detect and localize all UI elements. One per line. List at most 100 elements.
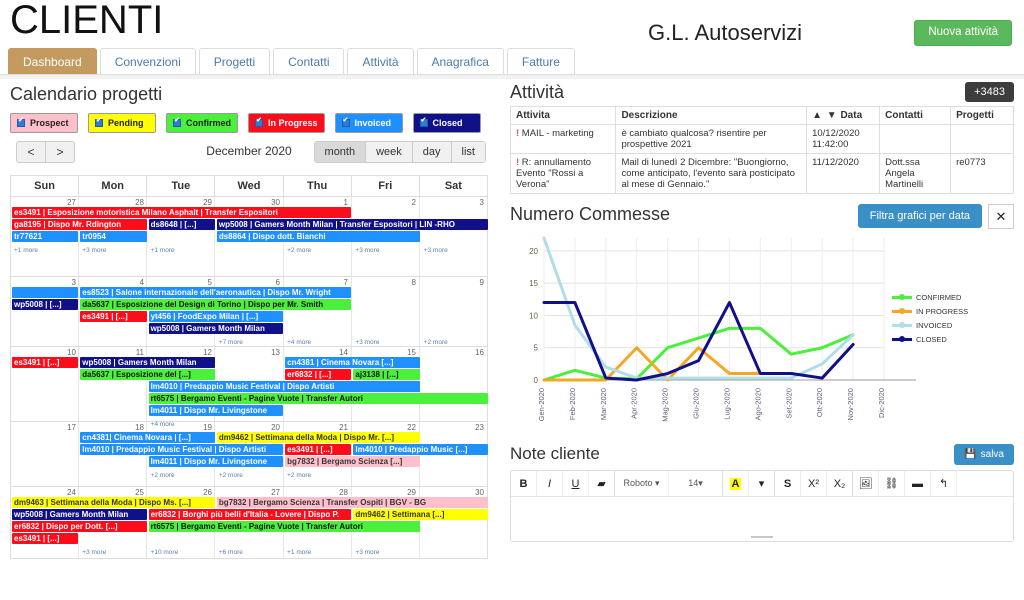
day-number[interactable]: 28 xyxy=(79,197,147,207)
legend-invoiced[interactable]: Invoiced xyxy=(334,113,403,133)
legend-closed[interactable]: Closed xyxy=(412,113,481,133)
calendar-event[interactable]: rt6575 | Bergamo Eventi - Pagine Vuote |… xyxy=(148,521,420,532)
calendar-event[interactable]: wp5008 | Gamers Month Milan xyxy=(80,357,215,368)
column-header-attivita[interactable]: Attivita xyxy=(509,106,617,125)
calendar-event[interactable]: es3491 | [...] xyxy=(80,311,147,322)
subscript-button[interactable]: X₂ xyxy=(827,470,853,497)
tab-fatture[interactable]: Fatture xyxy=(506,48,575,77)
calendar-event[interactable]: bg7832 | Bergamo Scienza | Transfer Ospi… xyxy=(216,497,488,508)
font-size-button[interactable]: 14▾ xyxy=(669,470,723,497)
tab-progetti[interactable]: Progetti xyxy=(198,48,271,77)
font-family-button[interactable]: Roboto ▾ xyxy=(615,470,669,497)
more-events-link[interactable]: +1 more xyxy=(14,247,38,254)
day-number[interactable]: 23 xyxy=(419,422,487,432)
insert-video-button[interactable]: ▬ xyxy=(905,470,931,497)
calendar-event[interactable]: lm4011 | Dispo Mr. Livingstone xyxy=(148,456,284,467)
calendar-event[interactable]: ds8648 | [...] xyxy=(148,219,215,230)
bold-button[interactable]: B xyxy=(511,470,537,497)
sort-arrows-icon[interactable]: ▲ ▼ xyxy=(812,110,838,121)
color-dropdown-button[interactable]: ▾ xyxy=(749,470,775,497)
table-row[interactable]: ! MAIL - marketing è cambiato qualcosa? r… xyxy=(509,124,1014,154)
more-events-link[interactable]: +2 more xyxy=(219,472,243,479)
legend-pending[interactable]: Pending xyxy=(88,113,156,133)
checkbox-icon[interactable] xyxy=(255,117,263,127)
strikethrough-button[interactable]: S xyxy=(775,470,801,497)
day-number[interactable]: 11 xyxy=(79,347,147,357)
column-header-descrizione[interactable]: Descrizione xyxy=(615,106,808,125)
day-number[interactable]: 26 xyxy=(147,487,215,497)
chart-legend-item[interactable]: INVOICED xyxy=(892,318,968,332)
calendar-event[interactable]: dm9462 | Settimana [...] xyxy=(353,509,488,520)
day-number[interactable]: 20 xyxy=(215,422,283,432)
day-number[interactable]: 2 xyxy=(351,197,419,207)
calendar-event[interactable]: wp5008 | Gamers Month Milan xyxy=(148,323,284,334)
more-events-link[interactable]: +2 more xyxy=(151,472,175,479)
more-events-link[interactable]: +3 more xyxy=(355,549,379,556)
more-events-link[interactable]: +2 more xyxy=(287,472,311,479)
tab-anagrafica[interactable]: Anagrafica xyxy=(416,48,504,77)
calendar-view-list[interactable]: list xyxy=(450,141,486,163)
day-number[interactable]: 29 xyxy=(351,487,419,497)
day-number[interactable]: 29 xyxy=(147,197,215,207)
more-events-link[interactable]: +6 more xyxy=(219,549,243,556)
more-events-link[interactable]: +7 more xyxy=(219,339,243,346)
undo-button[interactable]: ↰ xyxy=(931,470,957,497)
calendar-event[interactable]: ds8864 | Dispo dott. Bianchi xyxy=(216,231,420,242)
day-number[interactable]: 1 xyxy=(283,197,351,207)
calendar-event[interactable]: es3491 | Esposizione motoristica Milano … xyxy=(12,207,352,218)
day-number[interactable]: 3 xyxy=(11,277,79,287)
activities-count-badge[interactable]: +3483 xyxy=(965,82,1014,102)
calendar-event[interactable]: ga8195 | Dispo Mr. Rdington xyxy=(12,219,147,230)
more-events-link[interactable]: +3 more xyxy=(355,247,379,254)
day-number[interactable]: 14 xyxy=(283,347,351,357)
more-events-link[interactable]: +3 more xyxy=(82,549,106,556)
day-number[interactable]: 30 xyxy=(215,197,283,207)
calendar-event[interactable]: cn4381 | Cinema Novara [...] xyxy=(285,357,420,368)
calendar-event[interactable]: lm4010 | Predappio Music Festival | Disp… xyxy=(148,381,420,392)
checkbox-icon[interactable] xyxy=(95,117,103,127)
calendar-event[interactable]: rt6575 | Bergamo Eventi - Pagine Vuote |… xyxy=(148,393,488,404)
day-number[interactable]: 28 xyxy=(283,487,351,497)
underline-button[interactable]: U xyxy=(563,470,589,497)
tab-convenzioni[interactable]: Convenzioni xyxy=(99,48,196,77)
legend-in-progress[interactable]: In Progress xyxy=(248,113,325,133)
day-number[interactable]: 16 xyxy=(419,347,487,357)
day-number[interactable]: 24 xyxy=(11,487,79,497)
chart-legend-item[interactable]: CONFIRMED xyxy=(892,290,968,304)
calendar-event[interactable]: wp5008 | [...] xyxy=(12,299,79,310)
day-number[interactable]: 27 xyxy=(215,487,283,497)
day-number[interactable]: 18 xyxy=(79,422,147,432)
calendar-event[interactable]: da5637 | Esposizione del Design di Torin… xyxy=(80,299,352,310)
calendar-event[interactable]: lm4011 | Dispo Mr. Livingstone xyxy=(148,405,284,416)
tab-contatti[interactable]: Contatti xyxy=(273,48,345,77)
calendar-view-month[interactable]: month xyxy=(313,141,367,163)
calendar-event[interactable]: dm9463 | Settimana della Moda | Dispo Ms… xyxy=(12,497,215,508)
calendar-event[interactable]: es3491 | [...] xyxy=(12,357,79,368)
clear-format-button[interactable]: ▰ xyxy=(589,470,615,497)
day-number[interactable]: 6 xyxy=(215,277,283,287)
calendar-event[interactable]: lm4010 | Predappio Music Festival | Disp… xyxy=(80,444,284,455)
day-cell[interactable] xyxy=(420,347,487,421)
day-number[interactable]: 7 xyxy=(283,277,351,287)
day-number[interactable]: 27 xyxy=(11,197,79,207)
checkbox-icon[interactable] xyxy=(419,117,428,127)
more-events-link[interactable]: +3 more xyxy=(424,247,448,254)
day-number[interactable]: 25 xyxy=(79,487,147,497)
column-header-contatti[interactable]: Contatti xyxy=(879,106,952,125)
italic-button[interactable]: I xyxy=(537,470,563,497)
day-number[interactable]: 19 xyxy=(147,422,215,432)
day-number[interactable]: 13 xyxy=(215,347,283,357)
notes-text-area[interactable] xyxy=(511,497,1013,533)
calendar-event[interactable]: lm4010 | Predappio Music [...] xyxy=(353,444,488,455)
calendar-event[interactable]: er6832 | [...] xyxy=(285,369,352,380)
checkbox-icon[interactable] xyxy=(341,117,350,127)
day-number[interactable]: 9 xyxy=(419,277,487,287)
new-activity-button[interactable]: Nuova attività xyxy=(914,20,1012,46)
calendar-event[interactable]: es8523 | Salone internazionale dell'aero… xyxy=(80,287,352,298)
calendar-event[interactable]: da5637 | Esposizione del [...] xyxy=(80,369,215,380)
insert-link-button[interactable]: ⛓ xyxy=(879,470,905,497)
more-events-link[interactable]: +10 more xyxy=(151,549,179,556)
table-row[interactable]: ! R: annullamento Evento "Rossi a Verona… xyxy=(509,153,1014,194)
day-number[interactable]: 30 xyxy=(419,487,487,497)
day-number[interactable]: 15 xyxy=(351,347,419,357)
